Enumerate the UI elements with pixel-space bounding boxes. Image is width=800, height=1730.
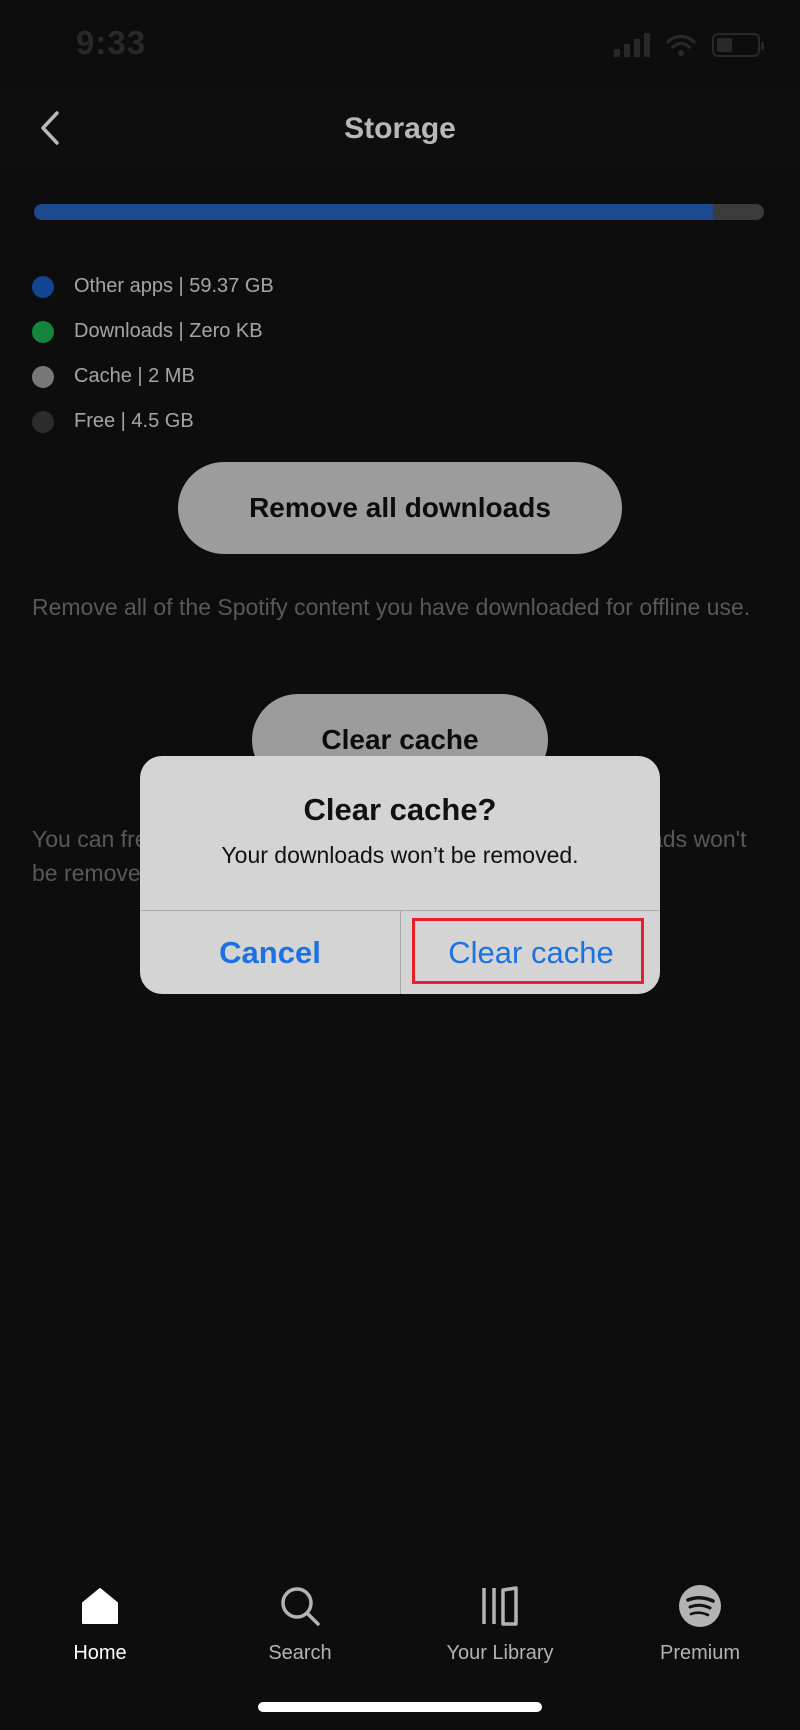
home-indicator: [258, 1702, 542, 1712]
alert-message: Your downloads won’t be removed.: [221, 842, 579, 868]
home-icon: [76, 1582, 124, 1630]
nav-label: Your Library: [446, 1642, 554, 1664]
nav-label: Premium: [659, 1642, 740, 1664]
alert-cancel-button[interactable]: Cancel: [140, 911, 400, 994]
storage-screen: 9:33 Storage Other apps | 59.37 GB Downl…: [0, 0, 800, 1730]
nav-item-library[interactable]: Your Library: [400, 1560, 600, 1680]
bottom-nav: Home Search Your Library Premium: [0, 1560, 800, 1680]
nav-item-home[interactable]: Home: [0, 1560, 200, 1680]
library-icon: [476, 1582, 524, 1630]
spotify-icon: [676, 1582, 724, 1630]
search-icon: [276, 1582, 324, 1630]
highlight-annotation: [412, 918, 644, 984]
nav-label: Search: [268, 1642, 332, 1664]
nav-item-premium[interactable]: Premium: [600, 1560, 800, 1680]
alert-title: Clear cache?: [303, 792, 497, 827]
nav-item-search[interactable]: Search: [200, 1560, 400, 1680]
nav-label: Home: [73, 1642, 127, 1664]
